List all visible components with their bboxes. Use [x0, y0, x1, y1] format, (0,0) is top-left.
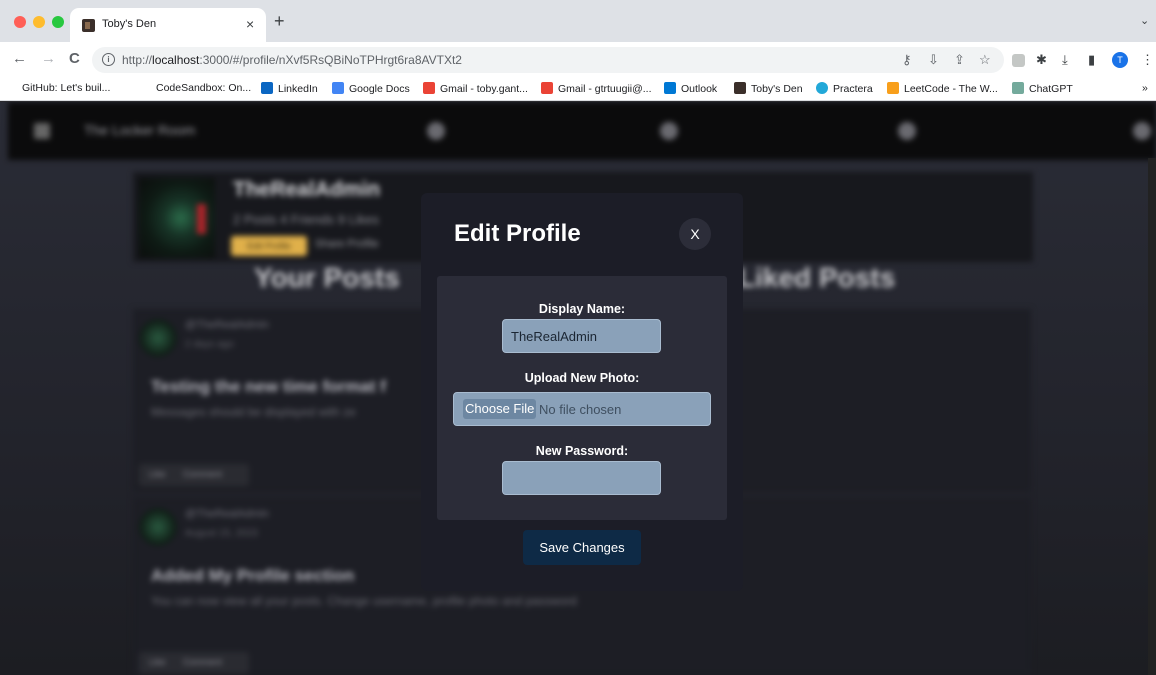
comment-button[interactable]: Comment [183, 469, 222, 479]
no-file-chosen-text: No file chosen [539, 402, 622, 417]
upload-photo-label: Upload New Photo: [524, 371, 640, 385]
post-body: Messages should be displayed with ze [151, 405, 356, 419]
browser-toolbar: ← → C i http://localhost:3000/#/profile/… [0, 42, 1156, 77]
browser-tabstrip: Toby's Den × + ⌄ [0, 0, 1156, 42]
bookmark-github[interactable]: GitHub: Let's buil... [22, 82, 110, 94]
post-actions: Like Comment [139, 652, 249, 674]
chatgpt-icon [1012, 82, 1024, 94]
post-body: You can now view all your posts. Change … [151, 594, 577, 608]
nav-profile-icon[interactable] [898, 122, 916, 140]
post-avatar [139, 319, 177, 357]
save-changes-button[interactable]: Save Changes [523, 530, 641, 565]
linkedin-icon [261, 82, 273, 94]
like-button[interactable]: Like [149, 469, 166, 479]
post-actions: Like Comment [139, 464, 249, 486]
google-docs-icon [332, 82, 344, 94]
window-minimize-button[interactable] [33, 16, 45, 28]
tab-close-icon[interactable]: × [246, 16, 254, 32]
extension-icon[interactable] [1012, 54, 1025, 67]
outlook-icon [664, 82, 676, 94]
display-name-label: Display Name: [538, 302, 626, 316]
share-icon[interactable]: ⇪ [954, 52, 965, 68]
profile-stats: 2 Posts 4 Friends 9 Likes [233, 212, 379, 227]
install-app-icon[interactable]: ⇩ [928, 52, 939, 68]
new-password-input[interactable] [502, 461, 661, 495]
edit-profile-button[interactable]: Edit Profile [231, 236, 307, 256]
downloads-icon[interactable]: ⤓ [1062, 52, 1068, 68]
bookmark-chatgpt[interactable]: ChatGPT [1012, 82, 1073, 95]
modal-close-button[interactable]: X [679, 218, 711, 250]
bookmarks-bar: GitHub: Let's buil... CodeSandbox: On...… [0, 77, 1156, 101]
post-title: Added My Profile section [151, 566, 355, 585]
browser-menu-icon[interactable]: ⋮ [1141, 52, 1154, 68]
new-password-label: New Password: [535, 444, 629, 458]
bookmark-leetcode[interactable]: LeetCode - The W... [887, 82, 998, 95]
practera-icon [816, 82, 828, 94]
extensions-puzzle-icon[interactable]: ✱ [1036, 52, 1047, 68]
window-zoom-button[interactable] [52, 16, 64, 28]
tab-liked-posts[interactable]: Liked Posts [738, 262, 895, 294]
forward-button[interactable]: → [41, 51, 56, 67]
gmail-icon [541, 82, 553, 94]
post-timestamp: August 15, 2023 [185, 528, 258, 539]
bookmark-tobys-den[interactable]: Toby's Den [734, 82, 803, 95]
password-key-icon[interactable]: ⚷ [902, 52, 912, 68]
tab-your-posts[interactable]: Your Posts [254, 262, 400, 294]
page-scroll-edge [1148, 158, 1156, 675]
nav-feed-icon[interactable] [427, 122, 445, 140]
address-bar[interactable]: i http://localhost:3000/#/profile/nXvf5R… [92, 47, 1004, 73]
modal-title: Edit Profile [454, 220, 581, 247]
nav-settings-icon[interactable] [1133, 122, 1151, 140]
address-url[interactable]: http://localhost:3000/#/profile/nXvf5RsQ… [122, 53, 462, 67]
bookmark-google-docs[interactable]: Google Docs [332, 82, 410, 95]
tab-favicon-icon [82, 19, 95, 32]
bookmark-gmail-2[interactable]: Gmail - gtrtuugii@... [541, 82, 652, 95]
profile-avatar [139, 178, 215, 258]
bookmarks-overflow-icon[interactable]: » [1142, 82, 1148, 94]
comment-button[interactable]: Comment [183, 657, 222, 667]
site-info-icon[interactable]: i [102, 53, 115, 66]
bookmark-gmail-1[interactable]: Gmail - toby.gant... [423, 82, 528, 95]
new-tab-button[interactable]: + [274, 12, 285, 30]
home-icon[interactable] [34, 123, 50, 139]
bookmark-codesandbox[interactable]: CodeSandbox: On... [156, 82, 251, 94]
choose-file-button[interactable]: Choose File [463, 399, 537, 419]
display-name-input[interactable] [502, 319, 661, 353]
gmail-icon [423, 82, 435, 94]
tobys-den-icon [734, 82, 746, 94]
profile-name: TheRealAdmin [233, 178, 381, 201]
post-username[interactable]: @TheRealAdmin [185, 508, 269, 520]
post-username[interactable]: @TheRealAdmin [185, 319, 269, 331]
edit-profile-form: Display Name: Upload New Photo: Choose F… [437, 276, 727, 520]
app-brand[interactable]: The Locker Room [84, 122, 195, 138]
side-panel-icon[interactable]: ▮ [1088, 52, 1095, 68]
back-button[interactable]: ← [12, 51, 27, 67]
browser-tab[interactable]: Toby's Den × [70, 8, 266, 42]
bookmark-practera[interactable]: Practera [816, 82, 873, 95]
share-profile-link[interactable]: Share Profile [315, 238, 379, 250]
nav-friends-icon[interactable] [660, 122, 678, 140]
post-avatar [139, 508, 177, 546]
leetcode-icon [887, 82, 899, 94]
reload-button[interactable]: C [69, 51, 80, 67]
tab-search-chevron-icon[interactable]: ⌄ [1140, 14, 1149, 27]
tab-title: Toby's Den [102, 18, 157, 30]
post-title: Testing the new time format f [151, 377, 386, 396]
like-button[interactable]: Like [149, 657, 166, 667]
window-close-button[interactable] [14, 16, 26, 28]
profile-avatar-icon[interactable]: T [1112, 52, 1128, 68]
photo-file-input[interactable]: Choose File No file chosen [453, 392, 711, 426]
bookmark-linkedin[interactable]: LinkedIn [261, 82, 318, 95]
edit-profile-modal: Edit Profile X Display Name: Upload New … [421, 193, 743, 591]
bookmark-star-icon[interactable]: ☆ [979, 52, 991, 68]
app-navbar: The Locker Room [8, 102, 1156, 160]
post-timestamp: 2 days ago [185, 339, 234, 350]
bookmark-outlook[interactable]: Outlook [664, 82, 717, 95]
